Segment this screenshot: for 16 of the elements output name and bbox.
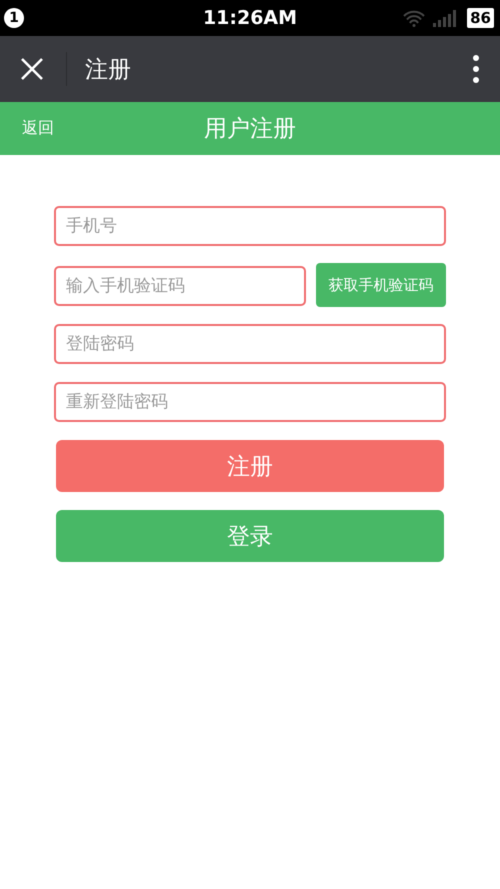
more-icon[interactable] [472, 55, 480, 83]
register-button[interactable]: 注册 [56, 440, 444, 492]
status-time: 11:26AM [202, 7, 298, 29]
nav-title: 注册 [85, 56, 131, 84]
get-code-button[interactable]: 获取手机验证码 [316, 263, 446, 307]
wifi-icon [403, 10, 426, 26]
code-field[interactable]: 输入手机验证码 [54, 266, 306, 306]
header-title: 用户注册 [203, 115, 297, 144]
close-icon[interactable] [20, 57, 44, 81]
confirm-password-field[interactable]: 重新登陆密码 [54, 382, 446, 422]
password-field[interactable]: 登陆密码 [54, 324, 446, 364]
notification-badge: 1 [4, 8, 24, 28]
battery-indicator: 86 [467, 8, 494, 28]
back-link[interactable]: 返回 [22, 118, 54, 139]
phone-field[interactable]: 手机号 [54, 206, 446, 246]
login-button[interactable]: 登录 [56, 510, 444, 562]
